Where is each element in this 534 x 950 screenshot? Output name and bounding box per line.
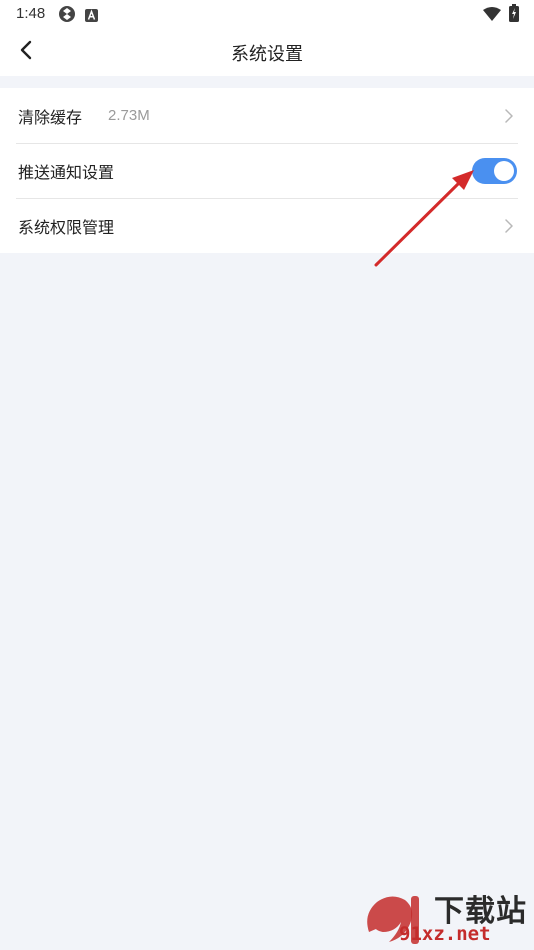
page-title: 系统设置 — [231, 44, 303, 65]
clear-cache-label: 清除缓存 — [18, 107, 83, 127]
sync-icon — [58, 5, 76, 27]
push-notification-label: 推送通知设置 — [18, 162, 115, 182]
clear-cache-row[interactable]: 清除缓存 2.73M — [0, 88, 534, 143]
wifi-icon — [483, 6, 501, 25]
site-watermark: 下载站 91xz.net — [359, 880, 534, 950]
cache-size-value: 2.73M — [108, 107, 150, 124]
annotation-arrow — [374, 170, 474, 267]
chevron-right-icon — [504, 218, 514, 234]
system-permission-label: 系统权限管理 — [18, 217, 115, 237]
chevron-right-icon — [504, 108, 514, 124]
toggle-knob — [494, 160, 514, 181]
battery-icon — [509, 4, 519, 26]
watermark-text-bottom: 91xz.net — [399, 923, 491, 945]
notification-a-icon — [85, 7, 98, 26]
status-time: 1:48 — [16, 5, 46, 22]
app-header: 系统设置 — [0, 28, 534, 76]
status-bar: 1:48 — [0, 0, 534, 28]
